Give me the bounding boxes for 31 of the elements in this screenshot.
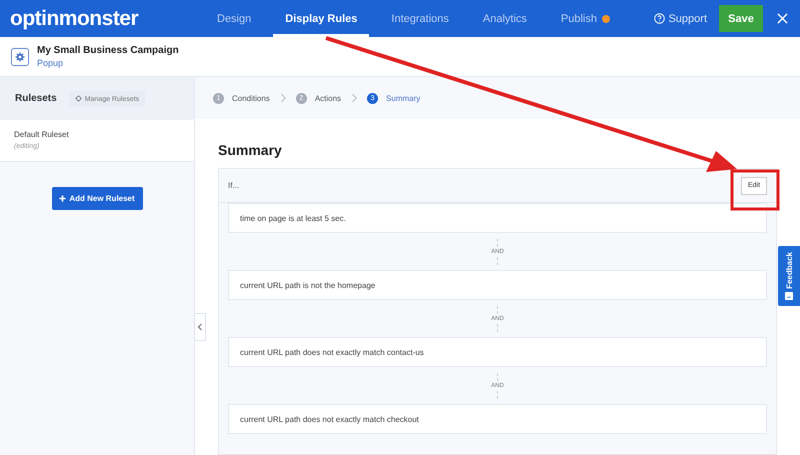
logo: optinmonster xyxy=(10,6,140,30)
feedback-tab[interactable]: Feedback xyxy=(778,246,800,306)
rule-condition: current URL path is not the homepage xyxy=(228,270,767,300)
plus-icon xyxy=(59,195,66,202)
rule-condition: current URL path does not exactly match checkout xyxy=(228,404,767,434)
campaign-type: Popup xyxy=(37,56,64,68)
support-link[interactable]: Support xyxy=(654,12,707,24)
highlight-frame xyxy=(730,170,780,210)
if-label: If... xyxy=(228,181,240,190)
close-icon[interactable] xyxy=(777,13,788,24)
settings-icon[interactable] xyxy=(11,48,29,66)
save-button[interactable]: Save xyxy=(719,5,763,32)
nav-tab[interactable]: Integrations xyxy=(379,0,461,37)
smiley-icon xyxy=(785,292,793,300)
rule-condition: time on page is at least 5 sec. xyxy=(228,203,767,233)
step-link[interactable]: Conditions xyxy=(232,94,270,102)
chevron-icon xyxy=(280,93,286,103)
nav-tab[interactable]: Publish xyxy=(548,0,622,37)
nav-tab[interactable]: Analytics xyxy=(470,0,539,37)
rule-condition: current URL path does not exactly match contact-us xyxy=(228,337,767,367)
step-link[interactable]: Actions xyxy=(314,94,342,102)
collapse-handle[interactable] xyxy=(194,313,206,341)
add-ruleset-button[interactable]: Add New Ruleset xyxy=(52,187,142,210)
sidebar-title: Rulesets xyxy=(15,93,57,104)
nav-tab[interactable]: Design xyxy=(205,0,264,37)
section-heading: Summary xyxy=(218,142,283,158)
step-link[interactable]: Summary xyxy=(386,94,420,102)
campaign-title: My Small Business Campaign xyxy=(37,44,179,56)
chevron-icon xyxy=(351,93,358,103)
nav-tab[interactable]: Display Rules xyxy=(273,0,370,37)
help-icon xyxy=(654,13,666,24)
